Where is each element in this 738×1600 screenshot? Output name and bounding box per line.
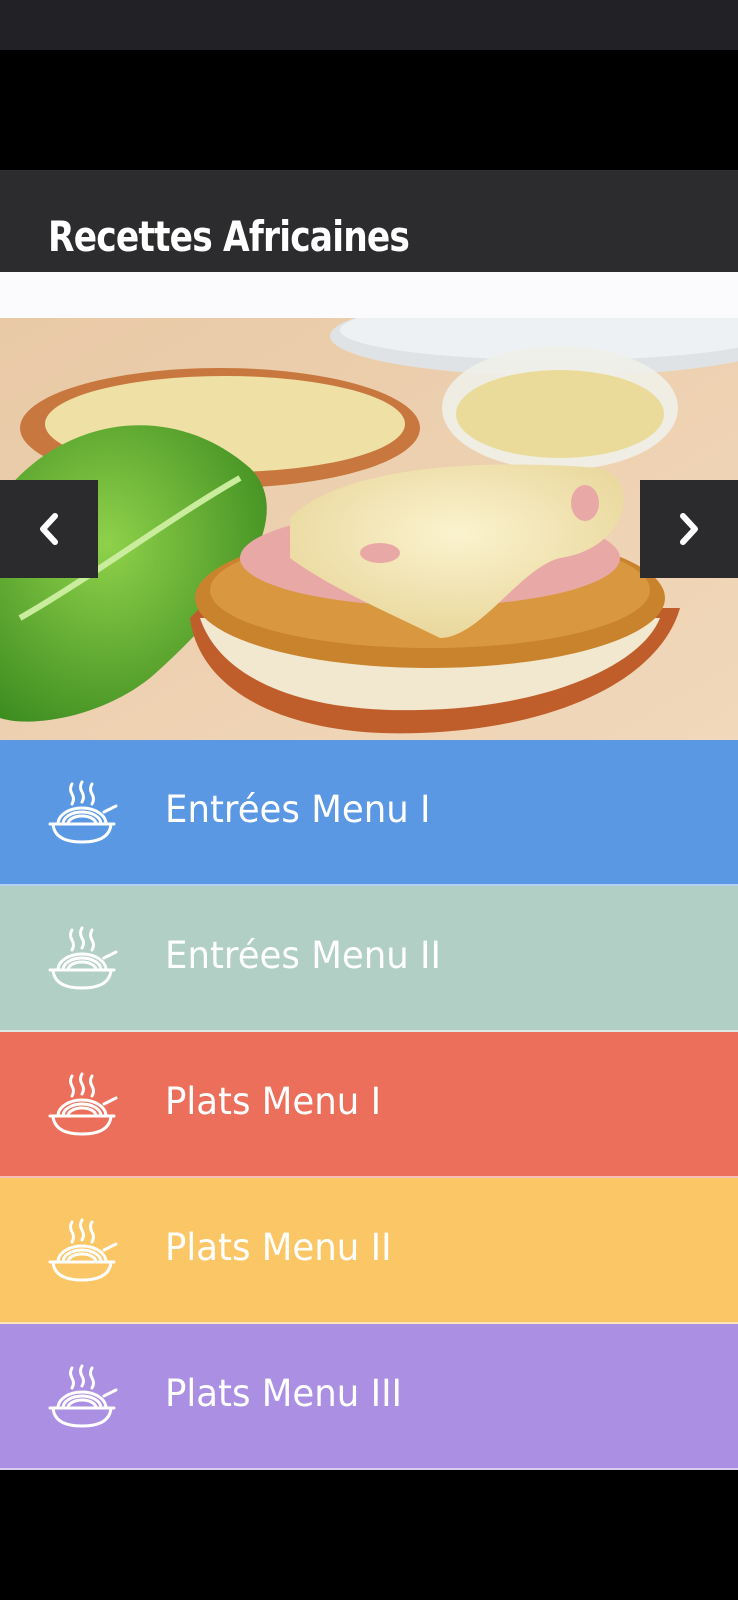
header-spacer — [0, 272, 738, 318]
app-header: Recettes Africaines — [0, 170, 738, 272]
food-bowl-icon — [48, 1072, 118, 1136]
slider-prev-button[interactable] — [0, 480, 98, 578]
system-spacer — [0, 50, 738, 170]
status-bar — [0, 0, 738, 50]
menu-item-entrees-2[interactable]: Entrées Menu II — [0, 886, 738, 1032]
bottom-spacer — [0, 1482, 738, 1600]
food-bowl-icon — [48, 1218, 118, 1282]
food-bowl-icon — [48, 926, 118, 990]
menu-item-label: Plats Menu III — [165, 1372, 403, 1415]
slider-next-button[interactable] — [640, 480, 738, 578]
food-sandwich-photo — [0, 318, 738, 740]
menu-item-label: Plats Menu II — [165, 1226, 392, 1269]
chevron-left-icon — [40, 513, 58, 545]
menu-item-plats-3[interactable]: Plats Menu III — [0, 1324, 738, 1470]
image-slider[interactable] — [0, 318, 738, 740]
chevron-right-icon — [680, 513, 698, 545]
menu-item-label: Plats Menu I — [165, 1080, 382, 1123]
menu-item-plats-2[interactable]: Plats Menu II — [0, 1178, 738, 1324]
menu-item-entrees-1[interactable]: Entrées Menu I — [0, 740, 738, 886]
food-bowl-icon — [48, 1364, 118, 1428]
food-bowl-icon — [48, 780, 118, 844]
menu-item-label: Entrées Menu I — [165, 788, 431, 831]
menu-list: Entrées Menu I Entrées Menu II Plats Men… — [0, 740, 738, 1470]
menu-item-plats-1[interactable]: Plats Menu I — [0, 1032, 738, 1178]
menu-item-label: Entrées Menu II — [165, 934, 441, 977]
app-title: Recettes Africaines — [48, 212, 410, 261]
